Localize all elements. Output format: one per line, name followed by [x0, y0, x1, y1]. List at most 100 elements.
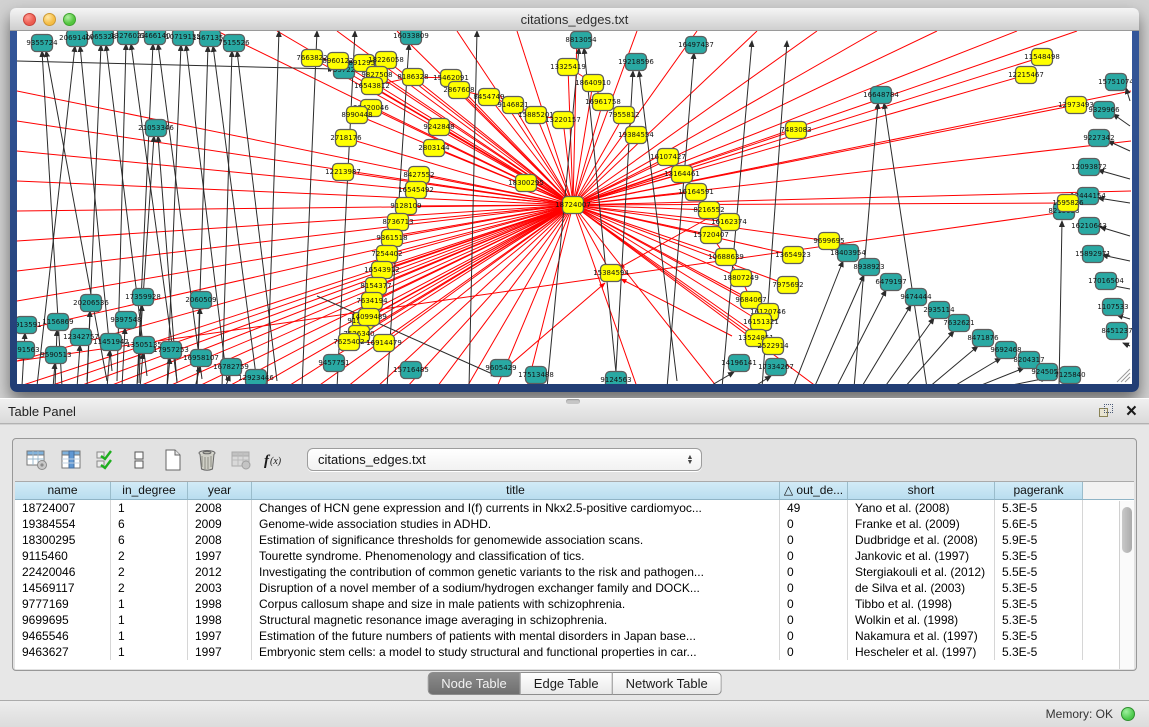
table-cell[interactable]: Hescheler et al. (1997) — [848, 644, 995, 660]
table-cell[interactable]: 2008 — [188, 500, 252, 516]
network-node[interactable]: 8451237 — [1101, 323, 1132, 340]
create-column-button[interactable] — [159, 446, 187, 474]
table-cell[interactable]: Tourette syndrome. Phenomenology and cla… — [252, 548, 780, 564]
column-header-short[interactable]: short — [848, 482, 995, 499]
table-cell[interactable]: 1 — [111, 500, 188, 516]
table-cell[interactable]: Structural magnetic resonance image aver… — [252, 612, 780, 628]
table-cell[interactable]: 9699695 — [15, 612, 111, 628]
column-header-title[interactable]: title — [252, 482, 780, 499]
select-all-columns-button[interactable] — [91, 446, 119, 474]
close-panel-icon[interactable]: × — [1126, 404, 1137, 419]
table-cell[interactable]: Jankovic et al. (1997) — [848, 548, 995, 564]
table-cell[interactable]: Corpus callosum shape and size in male p… — [252, 596, 780, 612]
table-cell[interactable]: Estimation of the future numbers of pati… — [252, 628, 780, 644]
network-node[interactable]: 9124563 — [600, 372, 631, 385]
table-cell[interactable]: 1 — [111, 628, 188, 644]
network-node[interactable]: 12093872 — [1071, 159, 1107, 176]
function-builder-button[interactable]: f (x) — [261, 446, 289, 474]
network-node[interactable]: 1107533 — [1097, 299, 1128, 316]
table-cell[interactable]: 1997 — [188, 644, 252, 660]
network-node[interactable]: 8471876 — [967, 330, 999, 347]
network-canvas[interactable]: 9355724206914061065328713276021646614010… — [17, 31, 1132, 384]
network-node[interactable]: 14196141 — [721, 355, 757, 372]
column-header-in_degree[interactable]: in_degree — [111, 482, 188, 499]
table-cell[interactable]: 5.3E-5 — [995, 548, 1083, 564]
table-cell[interactable]: 1998 — [188, 612, 252, 628]
network-node[interactable]: 19384554 — [618, 127, 654, 144]
table-cell[interactable]: 9777169 — [15, 596, 111, 612]
table-cell[interactable]: 1997 — [188, 628, 252, 644]
network-node[interactable]: 8938923 — [853, 259, 884, 276]
table-row[interactable]: 2242004622012Investigating the contribut… — [15, 564, 1134, 580]
table-cell[interactable]: Estimation of significance thresholds fo… — [252, 532, 780, 548]
table-options-button[interactable] — [23, 446, 51, 474]
network-node[interactable]: 9397548 — [110, 312, 141, 329]
zoom-window-icon[interactable] — [63, 13, 76, 26]
network-node[interactable]: 13325419 — [550, 59, 586, 76]
column-header-name[interactable]: name — [15, 482, 111, 499]
table-cell[interactable]: 0 — [780, 564, 848, 580]
table-cell[interactable]: Nakamura et al. (1997) — [848, 628, 995, 644]
network-node[interactable]: 12215467 — [1008, 67, 1044, 84]
table-cell[interactable]: 5.3E-5 — [995, 596, 1083, 612]
table-cell[interactable]: 49 — [780, 500, 848, 516]
table-cell[interactable]: 1 — [111, 596, 188, 612]
table-row[interactable]: 1456911722003Disruption of a novel membe… — [15, 580, 1134, 596]
network-node[interactable]: 10688639 — [708, 249, 744, 266]
window-titlebar[interactable]: citations_edges.txt — [10, 8, 1139, 31]
network-node[interactable]: 3913591 — [17, 317, 42, 334]
tab-network-table[interactable]: Network Table — [613, 672, 722, 695]
table-cell[interactable]: 2 — [111, 548, 188, 564]
table-cell[interactable]: 1997 — [188, 548, 252, 564]
table-cell[interactable]: 5.3E-5 — [995, 628, 1083, 644]
table-cell[interactable]: 5.9E-5 — [995, 532, 1083, 548]
show-columns-button[interactable] — [57, 446, 85, 474]
canvas-resize-grip[interactable] — [1117, 369, 1130, 382]
table-cell[interactable]: 2 — [111, 580, 188, 596]
delete-table-button[interactable] — [227, 446, 255, 474]
network-node[interactable]: 8186328 — [397, 69, 428, 86]
network-graph[interactable]: 9355724206914061065328713276021646614010… — [17, 31, 1132, 384]
table-cell[interactable]: 2008 — [188, 532, 252, 548]
table-row[interactable]: 946554611997Estimation of the future num… — [15, 628, 1134, 644]
table-cell[interactable]: 2009 — [188, 516, 252, 532]
minimize-window-icon[interactable] — [43, 13, 56, 26]
table-cell[interactable]: 0 — [780, 612, 848, 628]
table-cell[interactable]: Disruption of a novel member of a sodium… — [252, 580, 780, 596]
table-cell[interactable]: 18300295 — [15, 532, 111, 548]
table-header-row[interactable]: namein_degreeyeartitle△ out_de...shortpa… — [15, 482, 1134, 500]
table-cell[interactable]: 22420046 — [15, 564, 111, 580]
table-cell[interactable]: Tibbo et al. (1998) — [848, 596, 995, 612]
table-selector[interactable]: citations_edges.txt ▲▼ — [307, 448, 702, 471]
tab-node-table[interactable]: Node Table — [427, 672, 521, 695]
delete-columns-button[interactable] — [193, 446, 221, 474]
network-node[interactable]: 6479197 — [875, 274, 906, 291]
table-cell[interactable]: 5.3E-5 — [995, 500, 1083, 516]
table-cell[interactable]: 6 — [111, 532, 188, 548]
table-cell[interactable]: 0 — [780, 644, 848, 660]
network-node[interactable]: 9227342 — [1083, 130, 1114, 147]
network-node[interactable]: 2718176 — [330, 130, 362, 147]
table-cell[interactable]: 5.5E-5 — [995, 564, 1083, 580]
network-node[interactable]: 18640910 — [575, 75, 611, 92]
network-node[interactable]: 16033809 — [393, 31, 429, 45]
table-cell[interactable]: Yano et al. (2008) — [848, 500, 995, 516]
table-body[interactable]: 1872400712008Changes of HCN gene express… — [15, 500, 1134, 660]
column-header-pagerank[interactable]: pagerank — [995, 482, 1083, 499]
table-cell[interactable]: 1998 — [188, 596, 252, 612]
table-cell[interactable]: 9465546 — [15, 628, 111, 644]
close-window-icon[interactable] — [23, 13, 36, 26]
table-cell[interactable]: 2012 — [188, 564, 252, 580]
table-cell[interactable]: Genome-wide association studies in ADHD. — [252, 516, 780, 532]
network-node[interactable]: 16497437 — [678, 37, 714, 54]
table-cell[interactable]: Wolkin et al. (1998) — [848, 612, 995, 628]
float-panel-icon[interactable] — [1099, 404, 1114, 419]
network-node[interactable]: 16210643 — [1071, 218, 1107, 235]
table-cell[interactable]: Franke et al. (2009) — [848, 516, 995, 532]
table-cell[interactable]: de Silva et al. (2003) — [848, 580, 995, 596]
table-cell[interactable]: 5.3E-5 — [995, 612, 1083, 628]
table-row[interactable]: 911546021997Tourette syndrome. Phenomeno… — [15, 548, 1134, 564]
table-cell[interactable]: 1 — [111, 612, 188, 628]
column-header-year[interactable]: year — [188, 482, 252, 499]
table-row[interactable]: 1830029562008Estimation of significance … — [15, 532, 1134, 548]
